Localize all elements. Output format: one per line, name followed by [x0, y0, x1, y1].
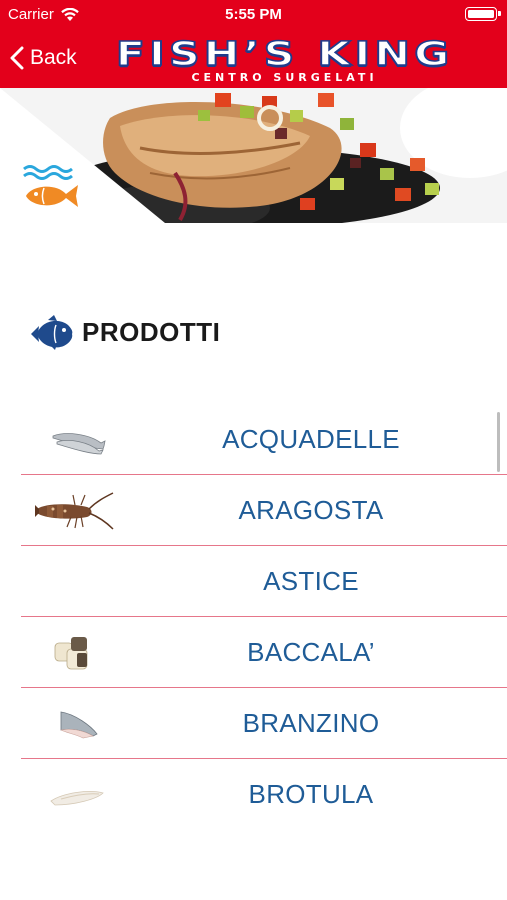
fish-icon: [31, 315, 73, 350]
list-item-baccala[interactable]: BACCALA’: [21, 617, 507, 688]
list-item-aragosta[interactable]: ARAGOSTA: [21, 475, 507, 546]
lobster-thumb: [35, 492, 114, 530]
status-bar: Carrier 5:55 PM: [0, 0, 507, 30]
product-list[interactable]: ACQUADELLE ARAGOSTA ASTICE BACCALA’ BRAN…: [0, 404, 507, 830]
list-item-astice[interactable]: ASTICE: [21, 546, 507, 617]
logo-title: FISH’S KING: [115, 34, 454, 73]
brotula-fillet-thumb: [50, 791, 104, 806]
cod-pieces-thumb: [54, 637, 88, 670]
product-name: BROTULA: [248, 779, 374, 809]
chevron-left-icon: [10, 46, 24, 70]
list-item-branzino[interactable]: BRANZINO: [21, 688, 507, 759]
hero-banner: [0, 88, 507, 223]
battery-icon: [465, 7, 501, 21]
product-name: ASTICE: [263, 566, 359, 596]
seabass-fillet-thumb: [60, 711, 98, 739]
product-name: BRANZINO: [242, 708, 380, 738]
section-title: PRODOTTI: [82, 316, 221, 347]
sea-fish-icon: [23, 165, 78, 207]
product-name: ACQUADELLE: [222, 424, 400, 454]
small-fish-thumb: [52, 433, 106, 455]
brand-logo: FISH’S KING CENTRO SURGELATI: [112, 36, 457, 84]
scrollbar[interactable]: [497, 412, 500, 472]
list-item-acquadelle[interactable]: ACQUADELLE: [21, 404, 507, 475]
section-heading: PRODOTTI: [28, 312, 220, 352]
product-name: BACCALA’: [247, 637, 375, 667]
nav-bar: Back FISH’S KING CENTRO SURGELATI: [0, 30, 507, 88]
product-name: ARAGOSTA: [238, 495, 384, 525]
list-item-brotula[interactable]: BROTULA: [21, 759, 507, 830]
clock: 5:55 PM: [225, 6, 282, 23]
